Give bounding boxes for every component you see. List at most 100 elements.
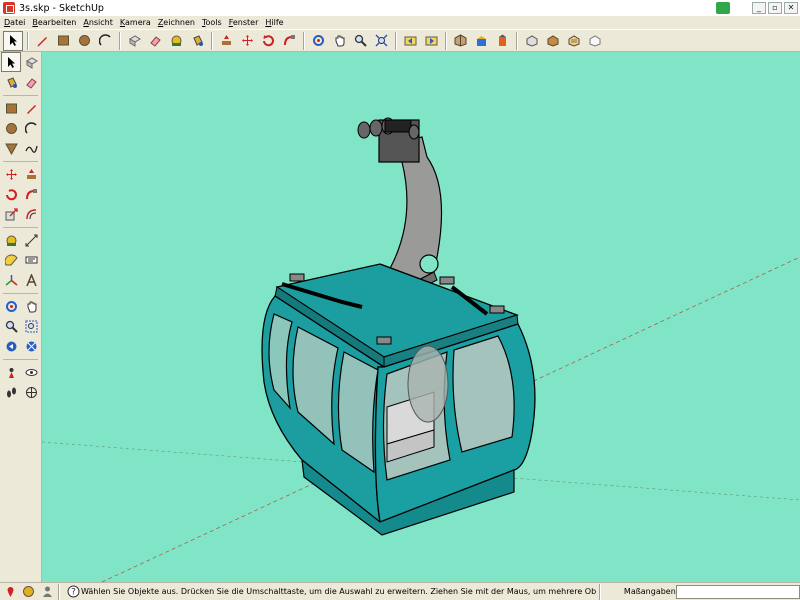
push-pull-button[interactable]	[21, 164, 41, 184]
move-icon	[5, 168, 17, 180]
look-around-button[interactable]	[21, 362, 41, 382]
section-plane-button[interactable]	[21, 382, 41, 402]
geo-location-button[interactable]	[3, 584, 18, 600]
polygon-tool-button[interactable]	[1, 138, 21, 158]
follow-me-button[interactable]	[279, 31, 299, 51]
zoom-tool-button[interactable]	[1, 316, 21, 336]
paint-bucket-icon	[6, 76, 17, 88]
monochrome-style-button[interactable]	[584, 31, 604, 51]
tape-measure-button[interactable]	[166, 31, 186, 51]
help-button[interactable]: ?	[66, 584, 81, 600]
tape-measure-icon	[6, 235, 16, 246]
orbit-tool-button[interactable]	[1, 296, 21, 316]
menu-hilfe[interactable]: Hilfe	[265, 18, 283, 27]
scale-icon	[5, 207, 18, 220]
push-pull-button[interactable]	[216, 31, 236, 51]
pan-tool-button[interactable]	[21, 296, 41, 316]
main-toolbar	[0, 29, 800, 52]
tool-palette	[0, 52, 42, 582]
zoom-extents-icon	[374, 34, 388, 47]
circle-tool-button[interactable]	[74, 31, 94, 51]
close-button[interactable]: ✕	[784, 2, 798, 14]
textured-style-button[interactable]	[563, 31, 583, 51]
paint-bucket-button[interactable]	[187, 31, 207, 51]
move-icon	[241, 35, 253, 46]
front-view-button[interactable]	[492, 31, 512, 51]
eraser-tool-button[interactable]	[21, 72, 41, 92]
iso-view-icon	[454, 34, 466, 47]
toolbar-separator	[211, 31, 213, 50]
gondola-cabin-model[interactable]	[261, 117, 536, 536]
status-message: Wählen Sie Objekte aus. Drücken Sie die …	[81, 587, 596, 596]
top-view-button[interactable]	[471, 31, 491, 51]
arc-icon	[98, 34, 111, 46]
polygon-icon	[4, 143, 18, 155]
rectangle-tool-button[interactable]	[53, 31, 73, 51]
zoom-window-button[interactable]	[21, 316, 41, 336]
follow-me-button[interactable]	[21, 184, 41, 204]
make-component-button[interactable]	[124, 31, 144, 51]
model-canvas[interactable]	[42, 52, 800, 582]
circle-tool-button[interactable]	[1, 118, 21, 138]
offset-tool-button[interactable]	[21, 204, 41, 224]
measurements-input[interactable]	[675, 584, 800, 599]
menu-tools[interactable]: Tools	[202, 18, 222, 27]
tape-measure-button[interactable]	[1, 230, 21, 250]
menu-kamera[interactable]: Kamera	[120, 18, 151, 27]
text-tool-button[interactable]	[21, 250, 41, 270]
toolbar-separator	[445, 31, 447, 50]
eraser-icon	[149, 36, 161, 47]
window-title: 3s.skp - SketchUp	[19, 2, 104, 14]
toolbar-separator	[516, 31, 518, 50]
freehand-icon	[24, 145, 38, 153]
iso-view-button[interactable]	[450, 31, 470, 51]
tray-status-icon[interactable]	[716, 2, 730, 14]
freehand-tool-button[interactable]	[21, 138, 41, 158]
zoom-tool-button[interactable]	[350, 31, 370, 51]
previous-view-icon	[6, 341, 16, 351]
arc-tool-button[interactable]	[95, 31, 115, 51]
menu-datei[interactable]: Datei	[4, 18, 25, 27]
palette-divider	[3, 158, 38, 162]
eraser-tool-button[interactable]	[145, 31, 165, 51]
orbit-tool-button[interactable]	[308, 31, 328, 51]
rotate-tool-button[interactable]	[1, 184, 21, 204]
menu-bearbeiten[interactable]: Bearbeiten	[32, 18, 76, 27]
menu-fenster[interactable]: Fenster	[229, 18, 259, 27]
select-tool-button[interactable]	[3, 30, 23, 51]
previous-view-button[interactable]	[400, 31, 420, 51]
pencil-tool-button[interactable]	[32, 31, 52, 51]
select-tool-button[interactable]	[1, 52, 21, 72]
3d-text-tool-button[interactable]	[21, 270, 41, 290]
previous-view-button[interactable]	[1, 336, 21, 356]
3d-text-icon	[25, 273, 37, 286]
shaded-style-button[interactable]	[542, 31, 562, 51]
credits-button[interactable]	[21, 584, 36, 600]
zoom-extents-button[interactable]	[21, 336, 41, 356]
menu-ansicht[interactable]: Ansicht	[83, 18, 113, 27]
drawing-viewport[interactable]	[42, 52, 800, 582]
dimension-tool-button[interactable]	[21, 230, 41, 250]
protractor-tool-button[interactable]	[1, 250, 21, 270]
axes-tool-button[interactable]	[1, 270, 21, 290]
next-view-button[interactable]	[421, 31, 441, 51]
paint-bucket-button[interactable]	[1, 72, 21, 92]
line-tool-button[interactable]	[21, 98, 41, 118]
move-tool-button[interactable]	[1, 164, 21, 184]
menu-zeichnen[interactable]: Zeichnen	[158, 18, 195, 27]
arc-tool-button[interactable]	[21, 118, 41, 138]
component-tool-button[interactable]	[21, 52, 41, 72]
rotate-tool-button[interactable]	[258, 31, 278, 51]
zoom-extents-button[interactable]	[371, 31, 391, 51]
position-camera-button[interactable]	[1, 362, 21, 382]
rectangle-tool-button[interactable]	[1, 98, 21, 118]
textured-icon	[568, 35, 579, 47]
minimize-button[interactable]: _	[752, 2, 766, 14]
scale-tool-button[interactable]	[1, 204, 21, 224]
xray-style-button[interactable]	[521, 31, 541, 51]
move-tool-button[interactable]	[237, 31, 257, 51]
pan-tool-button[interactable]	[329, 31, 349, 51]
maximize-button[interactable]: ▫	[768, 2, 782, 14]
user-button[interactable]	[40, 584, 55, 600]
walk-tool-button[interactable]	[1, 382, 21, 402]
